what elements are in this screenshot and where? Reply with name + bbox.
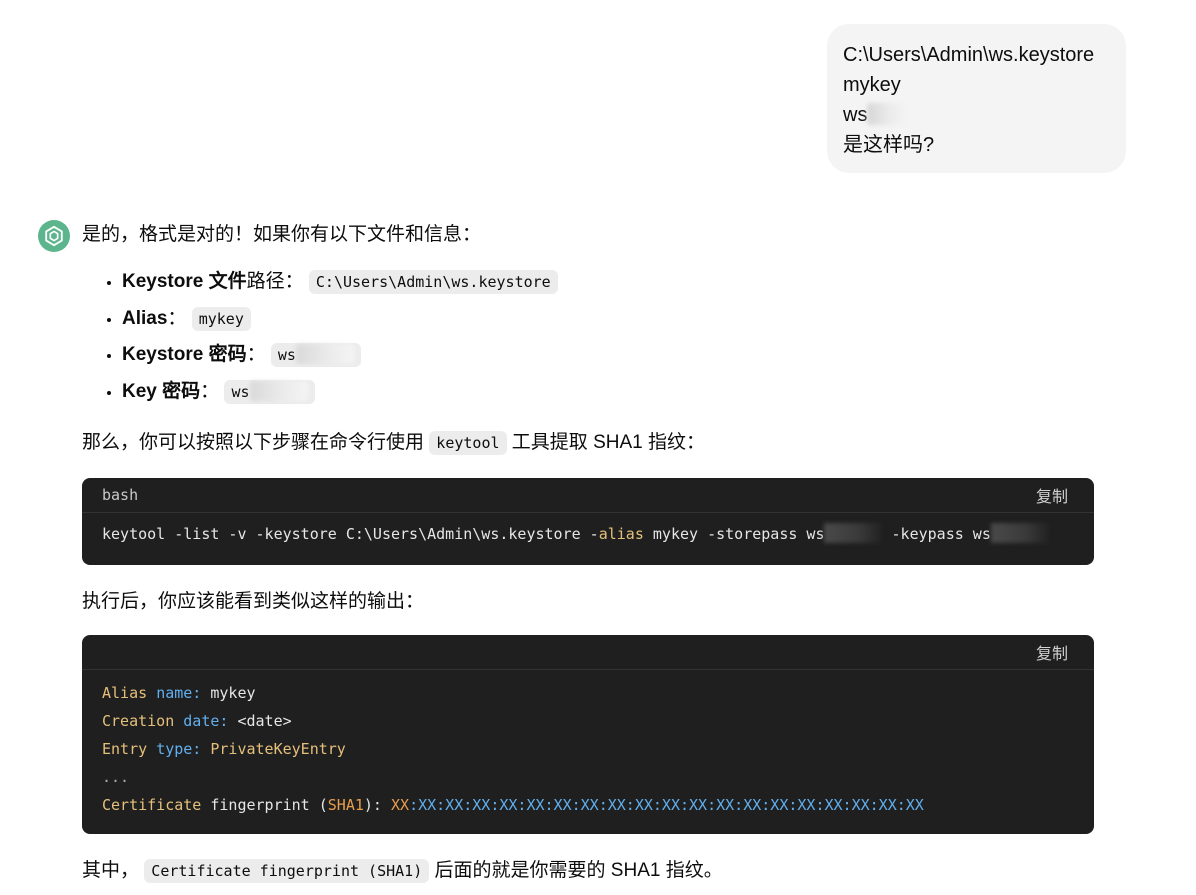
assistant-logo-icon [45, 225, 63, 247]
list-item: Keystore 文件路径： C:\Users\Admin\ws.keystor… [122, 264, 1094, 301]
chat-page: C:\Users\Admin\ws.keystore mykey ws 是这样吗… [0, 0, 1196, 895]
list-item: Key 密码： ws [122, 374, 1094, 411]
code-block-output: 复制 Alias name: mykey Creation date: <dat… [82, 635, 1094, 834]
list-item: Alias： mykey [122, 301, 1094, 338]
code-block-bash: bash 复制 keytool -list -v -keystore C:\Us… [82, 478, 1094, 565]
assistant-message: 是的，格式是对的！如果你有以下文件和信息： Keystore 文件路径： C:\… [82, 220, 1094, 886]
inline-code: ws [224, 379, 315, 404]
final-text: 其中， Certificate fingerprint (SHA1) 后面的就是… [82, 859, 723, 883]
code-line: Alias name: mykey [102, 684, 256, 702]
inline-code: ws [270, 343, 361, 367]
redacted-password [990, 523, 1049, 543]
list-item: Keystore 密码： ws [122, 337, 1094, 374]
after-text: 执行后，你应该能看到类似这样的输出： [82, 591, 425, 612]
code-line: ... [102, 768, 130, 786]
inline-code: mykey [191, 306, 251, 331]
user-line-password: ws [843, 100, 1112, 130]
user-line-question: 是这样吗? [843, 134, 935, 156]
user-line-path: C:\Users\Admin\ws.keystore [843, 44, 1095, 66]
redacted-password [867, 103, 908, 125]
copy-button[interactable]: 复制 [1036, 640, 1068, 664]
redacted-password [295, 344, 354, 364]
inline-code: keytool [429, 431, 507, 455]
inline-code: Certificate fingerprint (SHA1) [144, 859, 430, 883]
redacted-password [824, 523, 883, 543]
user-line-alias: mykey [843, 74, 901, 96]
code-language-label: bash [102, 486, 139, 504]
info-list: Keystore 文件路径： C:\Users\Admin\ws.keystor… [82, 264, 1094, 410]
code-line: Certificate fingerprint (SHA1): XX:XX:XX… [102, 796, 924, 814]
code-block-body: Alias name: mykey Creation date: <date> … [82, 670, 1094, 819]
code-line: Creation date: <date> [102, 712, 292, 730]
step-text: 那么，你可以按照以下步骤在命令行使用 keytool 工具提取 SHA1 指纹： [82, 431, 705, 455]
code-block-header: bash 复制 [82, 478, 1094, 513]
copy-button[interactable]: 复制 [1036, 483, 1068, 507]
code-block-body: keytool -list -v -keystore C:\Users\Admi… [82, 513, 1094, 549]
code-block-header: 复制 [82, 635, 1094, 670]
assistant-avatar-icon [38, 220, 70, 252]
redacted-password [249, 380, 308, 401]
assistant-intro: 是的，格式是对的！如果你有以下文件和信息： [82, 224, 482, 245]
code-line: Entry type: PrivateKeyEntry [102, 740, 346, 758]
inline-code: C:\Users\Admin\ws.keystore [308, 270, 558, 294]
user-message-bubble: C:\Users\Admin\ws.keystore mykey ws 是这样吗… [827, 24, 1126, 173]
